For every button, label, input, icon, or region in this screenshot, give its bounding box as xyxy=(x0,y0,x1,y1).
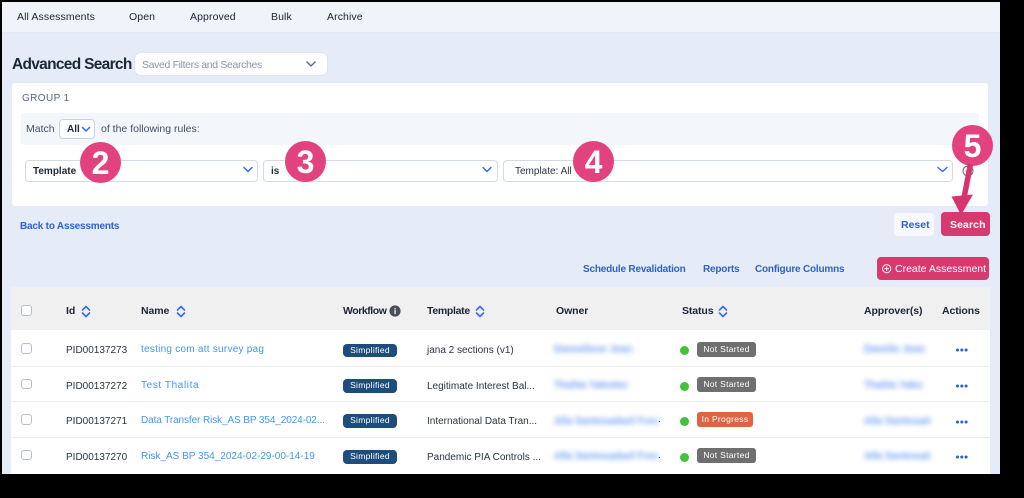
svg-text:i: i xyxy=(393,306,395,316)
